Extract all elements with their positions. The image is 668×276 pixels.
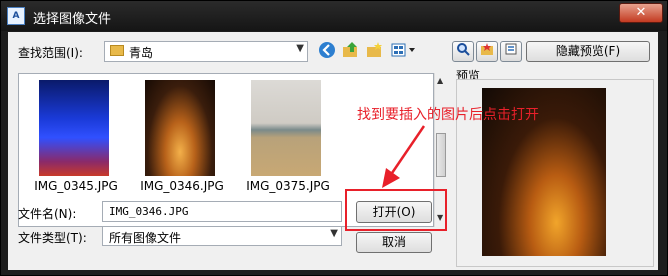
thumbnail-img-0346[interactable] [145,80,215,176]
filetype-value: 所有图像文件 [109,231,182,245]
chevron-down-icon: ▼ [330,228,338,239]
folder-icon [110,45,124,56]
title-bar[interactable]: A 选择图像文件 ✕ [1,1,667,31]
hide-preview-button[interactable]: 隐藏预览(F) [526,41,650,62]
scroll-up-icon[interactable]: ▲ [437,76,443,85]
up-folder-icon[interactable] [341,41,361,61]
cancel-button[interactable]: 取消 [356,232,432,253]
annotation-arrow-icon [382,125,426,188]
back-icon[interactable] [317,41,337,61]
file-name[interactable]: IMG_0345.JPG [26,179,126,193]
search-icon [457,43,470,56]
locate-button[interactable] [476,41,498,62]
filename-label: 文件名(N): [18,207,77,221]
new-folder-icon[interactable] [365,41,385,61]
app-icon: A [7,7,25,25]
close-button[interactable]: ✕ [619,3,663,23]
file-name[interactable]: IMG_0346.JPG [132,179,232,193]
annotation-text: 找到要插入的图片后点击打开 [357,107,539,123]
lookin-value: 青岛 [129,46,154,60]
lookin-combo[interactable]: 青岛 ▼ [104,41,308,62]
thumbnail-img-0375[interactable] [251,80,321,176]
search-button[interactable] [452,41,474,62]
chevron-down-icon: ▼ [296,43,304,54]
filetype-label: 文件类型(T): [18,231,87,245]
file-name[interactable]: IMG_0375.JPG [238,179,338,193]
scrollbar-thumb[interactable] [436,133,446,177]
filename-input[interactable]: IMG_0346.JPG [102,201,342,222]
filetype-combo[interactable]: 所有图像文件 ▼ [102,226,342,246]
filename-value: IMG_0346.JPG [109,205,189,218]
tools-icon [505,43,517,55]
views-menu-icon[interactable] [391,41,419,61]
tools-button[interactable] [500,41,522,62]
dialog-title: 选择图像文件 [33,12,112,27]
thumbnail-img-0345[interactable] [39,80,109,176]
lookin-label: 查找范围(I): [18,46,83,60]
open-button-highlight [345,189,447,231]
star-folder-icon [481,43,493,55]
